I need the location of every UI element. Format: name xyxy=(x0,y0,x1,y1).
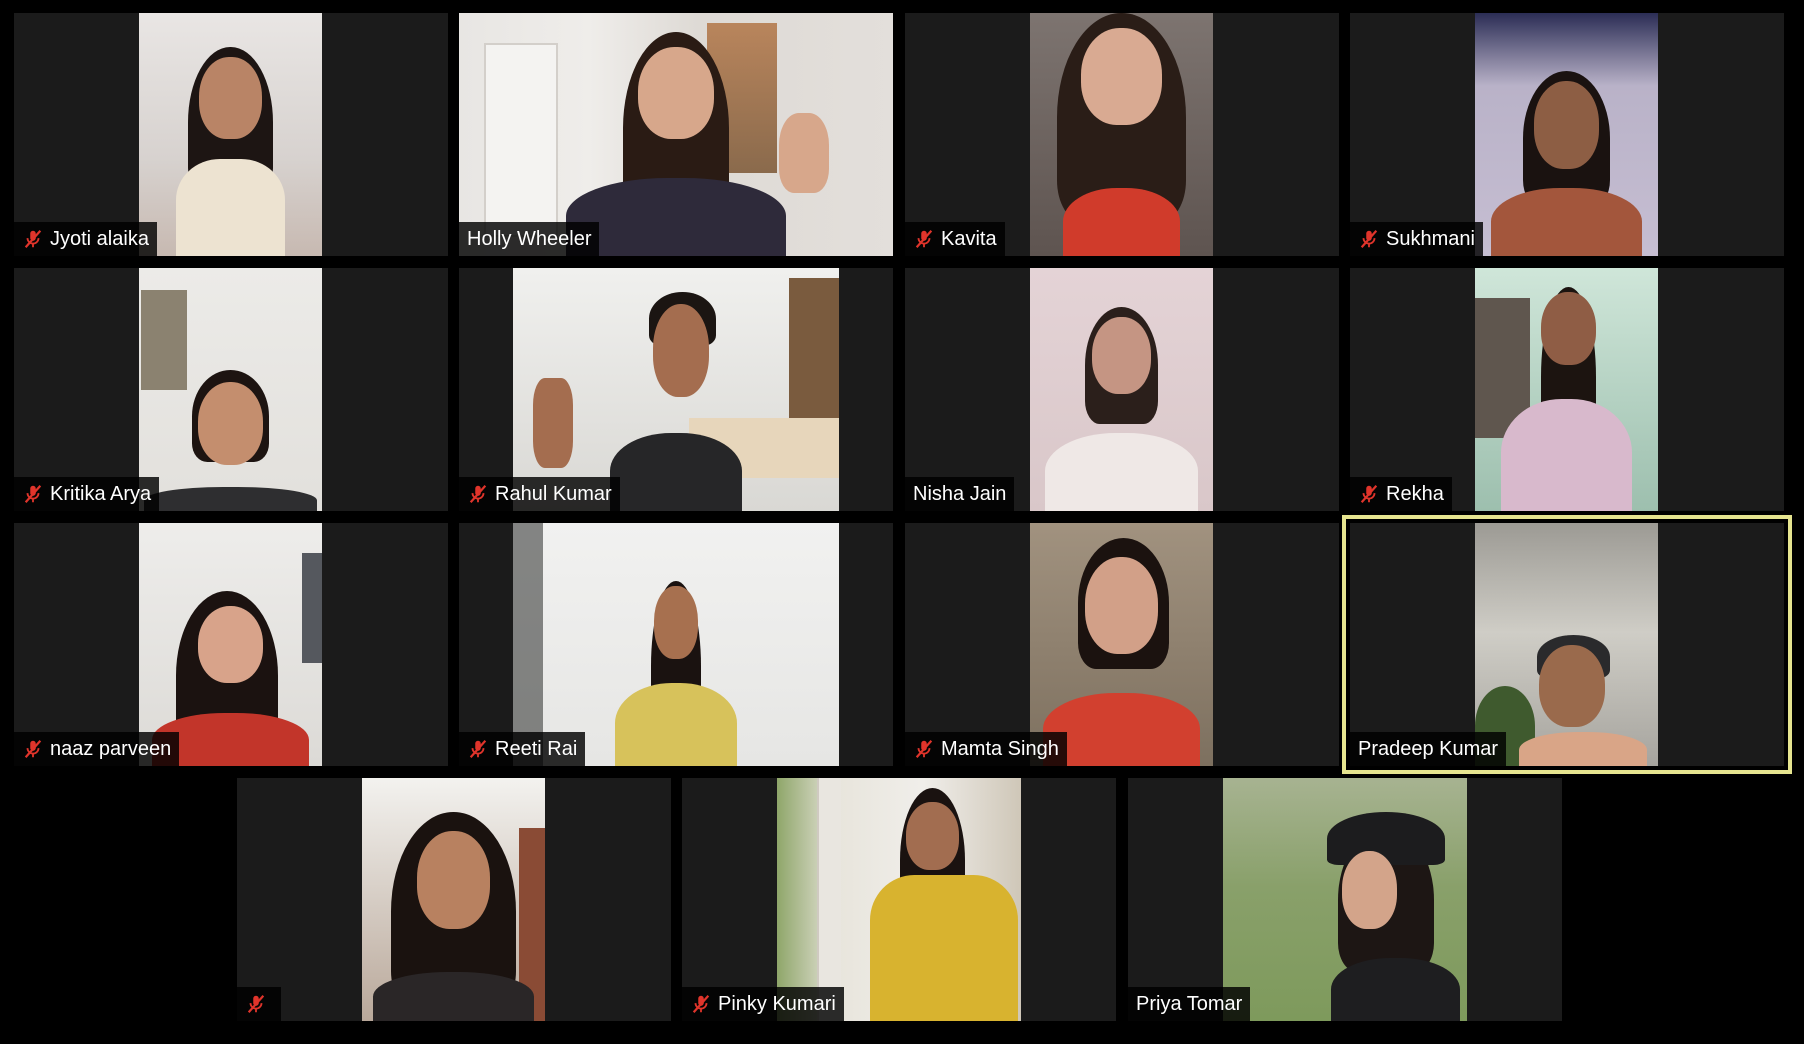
participant-name: Kritika Arya xyxy=(50,482,152,505)
muted-mic-icon xyxy=(24,485,42,503)
video-feed xyxy=(139,268,322,511)
muted-mic-icon xyxy=(469,485,487,503)
participant-silhouette xyxy=(1475,268,1658,511)
participant-tile-kavita[interactable]: Kavita xyxy=(905,13,1339,256)
video-feed xyxy=(1030,523,1213,766)
participant-tile-nisha-jain[interactable]: Nisha Jain xyxy=(905,268,1339,511)
participant-nameplate: Kavita xyxy=(905,222,1005,256)
participant-name: Nisha Jain xyxy=(913,482,1007,505)
video-feed xyxy=(1475,268,1658,511)
participant-nameplate: Pradeep Kumar xyxy=(1350,732,1507,766)
muted-mic-icon xyxy=(1360,230,1378,248)
video-feed xyxy=(513,268,839,511)
video-feed xyxy=(459,13,893,256)
participant-tile-kritika-arya[interactable]: Kritika Arya xyxy=(14,268,448,511)
participant-silhouette xyxy=(1283,778,1467,1021)
participant-silhouette xyxy=(139,13,322,256)
participant-silhouette xyxy=(139,268,322,511)
participant-nameplate: Priya Tomar xyxy=(1128,987,1251,1021)
muted-mic-icon xyxy=(1360,485,1378,503)
muted-mic-icon xyxy=(915,230,933,248)
video-feed xyxy=(1475,13,1658,256)
muted-mic-icon xyxy=(24,230,42,248)
participant-nameplate: Sukhmani xyxy=(1350,222,1483,256)
muted-mic-icon xyxy=(469,740,487,758)
participant-silhouette xyxy=(593,523,759,766)
muted-mic-icon xyxy=(24,740,42,758)
participant-tile-pinky-kumari[interactable]: Pinky Kumari xyxy=(682,778,1116,1021)
participant-name: Rahul Kumar xyxy=(495,482,612,505)
participant-silhouette xyxy=(1475,523,1658,766)
participant-nameplate: Rahul Kumar xyxy=(459,477,620,511)
muted-mic-icon xyxy=(915,740,933,758)
participant-nameplate: Jyoti alaika xyxy=(14,222,157,256)
participant-tile-naaz-parveen[interactable]: naaz parveen xyxy=(14,523,448,766)
participant-nameplate: Nisha Jain xyxy=(905,477,1015,511)
participant-name: Rekha xyxy=(1386,482,1444,505)
participant-name: Priya Tomar xyxy=(1136,992,1243,1015)
participant-nameplate: Kritika Arya xyxy=(14,477,160,511)
participant-nameplate xyxy=(237,987,281,1021)
participant-name: naaz parveen xyxy=(50,737,172,760)
video-feed xyxy=(1475,523,1658,766)
video-feed xyxy=(513,523,839,766)
muted-mic-icon xyxy=(692,995,710,1013)
participant-tile-sukhmani[interactable]: Sukhmani xyxy=(1350,13,1784,256)
participant-tile-priya-tomar[interactable]: Priya Tomar xyxy=(1128,778,1562,1021)
participant-nameplate: Mamta Singh xyxy=(905,732,1067,766)
video-feed xyxy=(777,778,1021,1021)
participant-silhouette xyxy=(362,778,545,1021)
participant-silhouette xyxy=(1475,13,1658,256)
participant-tile-reeti-rai[interactable]: Reeti Rai xyxy=(459,523,893,766)
participant-tile-mamta-singh[interactable]: Mamta Singh xyxy=(905,523,1339,766)
participant-nameplate: naaz parveen xyxy=(14,732,180,766)
participant-name: Jyoti alaika xyxy=(50,227,149,250)
participant-name: Holly Wheeler xyxy=(467,227,592,250)
participant-name: Sukhmani xyxy=(1386,227,1475,250)
participant-silhouette xyxy=(1030,523,1213,766)
participant-nameplate: Rekha xyxy=(1350,477,1452,511)
participant-name: Mamta Singh xyxy=(941,737,1059,760)
participant-tile-jyoti-alaika[interactable]: Jyoti alaika xyxy=(14,13,448,256)
participant-nameplate: Pinky Kumari xyxy=(682,987,844,1021)
participant-tile-holly-wheeler[interactable]: Holly Wheeler xyxy=(459,13,893,256)
muted-mic-icon xyxy=(247,995,265,1013)
participant-silhouette xyxy=(857,778,1021,1021)
participant-tile-unnamed[interactable] xyxy=(237,778,671,1021)
video-feed xyxy=(1030,13,1213,256)
participant-tile-rahul-kumar[interactable]: Rahul Kumar xyxy=(459,268,893,511)
participant-name: Pradeep Kumar xyxy=(1358,737,1499,760)
participant-name: Kavita xyxy=(941,227,997,250)
participant-silhouette xyxy=(139,523,322,766)
participant-nameplate: Holly Wheeler xyxy=(459,222,600,256)
participant-silhouette xyxy=(1030,268,1213,511)
video-feed xyxy=(362,778,545,1021)
participant-tile-rekha[interactable]: Rekha xyxy=(1350,268,1784,511)
participant-nameplate: Reeti Rai xyxy=(459,732,586,766)
video-feed xyxy=(1223,778,1467,1021)
video-feed xyxy=(139,523,322,766)
participant-name: Pinky Kumari xyxy=(718,992,836,1015)
participant-name: Reeti Rai xyxy=(495,737,578,760)
video-feed xyxy=(1030,268,1213,511)
zoom-gallery-view: Jyoti alaika Holly Wheeler Kavita Sukhma… xyxy=(0,0,1804,1044)
video-feed xyxy=(139,13,322,256)
participant-silhouette xyxy=(593,268,759,511)
participant-tile-pradeep-kumar-active-speaker[interactable]: Pradeep Kumar xyxy=(1342,515,1792,774)
participant-silhouette xyxy=(1030,13,1213,256)
